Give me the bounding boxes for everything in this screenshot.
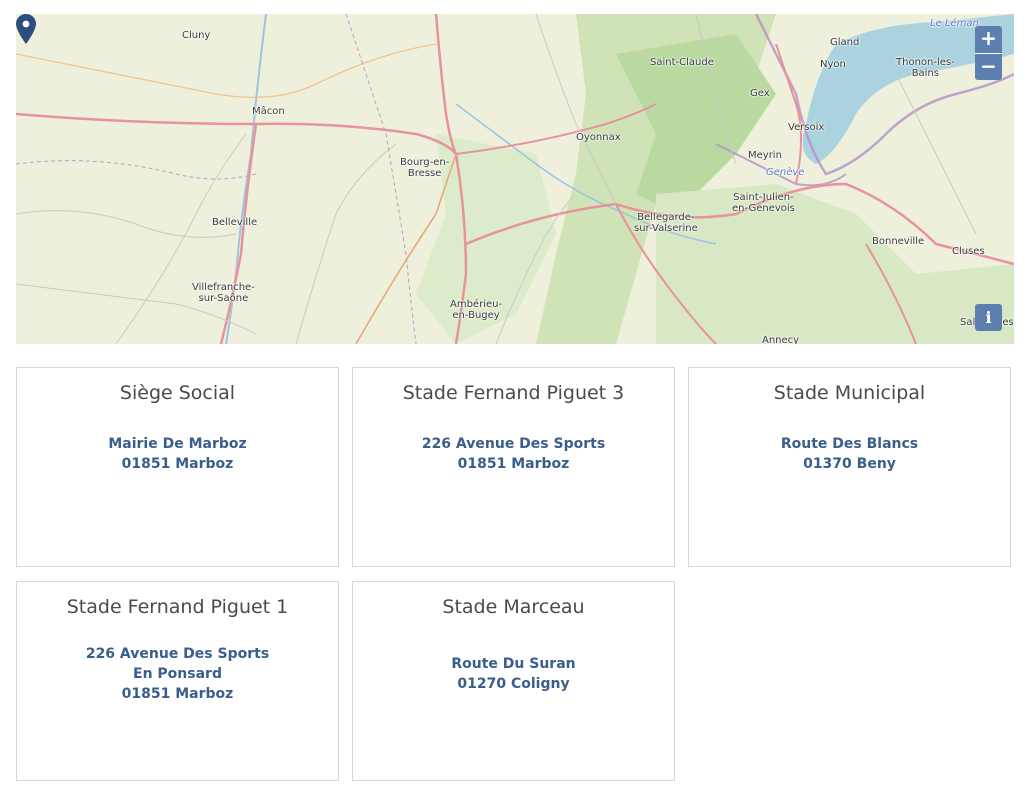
location-card-stade-marceau: Stade Marceau Route Du Suran 01270 Colig… bbox=[352, 581, 675, 781]
address-line: En Ponsard bbox=[133, 666, 222, 682]
location-card-siege-social: Siège Social Mairie De Marboz 01851 Marb… bbox=[16, 367, 339, 567]
address-line: Route Du Suran bbox=[451, 656, 576, 672]
card-address: Route Des Blancs 01370 Beny bbox=[689, 434, 1010, 474]
map-label-cluny: Cluny bbox=[182, 30, 211, 41]
map-label-annecy: Annecy bbox=[762, 335, 800, 344]
card-address: Route Du Suran 01270 Coligny bbox=[353, 654, 674, 694]
address-line: 226 Avenue Des Sports bbox=[85, 646, 270, 662]
map-label-oyonnax: Oyonnax bbox=[576, 132, 621, 143]
map-label-le-leman: Le Léman bbox=[930, 18, 979, 29]
card-title: Stade Fernand Piguet 3 bbox=[402, 382, 625, 404]
address-line: 01851 Marboz bbox=[121, 686, 234, 702]
card-title: Stade Fernand Piguet 1 bbox=[66, 596, 289, 618]
card-address: 226 Avenue Des Sports En Ponsard 01851 M… bbox=[17, 644, 338, 704]
map-label-amberieu: Ambérieu- en-Bugey bbox=[450, 299, 503, 321]
zoom-control: + − bbox=[975, 26, 1002, 80]
map-label-nyon: Nyon bbox=[820, 59, 846, 70]
map-label-thonon: Thonon-les- Bains bbox=[896, 57, 955, 79]
zoom-in-button[interactable]: + bbox=[975, 26, 1002, 53]
map-tiles bbox=[16, 14, 1014, 344]
zoom-out-button[interactable]: − bbox=[975, 53, 1002, 80]
address-line: 01270 Coligny bbox=[457, 676, 570, 692]
map-label-saint-julien: Saint-Julien- en-Genevois bbox=[732, 192, 795, 214]
info-button[interactable]: i bbox=[975, 304, 1002, 331]
map-marker-icon[interactable] bbox=[16, 14, 36, 44]
card-address: Mairie De Marboz 01851 Marboz bbox=[17, 434, 338, 474]
map-label-bourg: Bourg-en- Bresse bbox=[400, 157, 450, 179]
card-title: Siège Social bbox=[119, 382, 236, 404]
address-line: 226 Avenue Des Sports bbox=[421, 436, 606, 452]
address-line: Route Des Blancs bbox=[780, 436, 919, 452]
address-line: Mairie De Marboz bbox=[108, 436, 247, 452]
map-label-versoix: Versoix bbox=[788, 122, 825, 133]
map-label-bonneville: Bonneville bbox=[872, 236, 925, 247]
address-line: 01851 Marboz bbox=[457, 456, 570, 472]
address-line: 01851 Marboz bbox=[121, 456, 234, 472]
map[interactable]: al Cluny Mâcon Belleville Villefranche- … bbox=[16, 14, 1014, 344]
card-title: Stade Municipal bbox=[773, 382, 926, 404]
map-label-macon: Mâcon bbox=[252, 106, 285, 117]
location-card-stade-fernand-piguet-1: Stade Fernand Piguet 1 226 Avenue Des Sp… bbox=[16, 581, 339, 781]
map-label-geneve: Genève bbox=[766, 167, 805, 178]
card-address: 226 Avenue Des Sports 01851 Marboz bbox=[353, 434, 674, 474]
location-card-stade-municipal: Stade Municipal Route Des Blancs 01370 B… bbox=[688, 367, 1011, 567]
address-line: 01370 Beny bbox=[803, 456, 896, 472]
map-label-saint-claude: Saint-Claude bbox=[650, 57, 714, 68]
map-label-gland: Gland bbox=[830, 37, 860, 48]
map-label-cluses: Cluses bbox=[952, 246, 985, 257]
map-label-bellegarde: Bellegarde- sur-Valserine bbox=[634, 212, 698, 234]
map-label-gex: Gex bbox=[750, 88, 770, 99]
map-label-meyrin: Meyrin bbox=[748, 150, 782, 161]
card-title: Stade Marceau bbox=[442, 596, 585, 618]
map-label-belleville: Belleville bbox=[212, 217, 258, 228]
map-label-villefranche: Villefranche- sur-Saône bbox=[192, 282, 255, 304]
location-card-stade-fernand-piguet-3: Stade Fernand Piguet 3 226 Avenue Des Sp… bbox=[352, 367, 675, 567]
